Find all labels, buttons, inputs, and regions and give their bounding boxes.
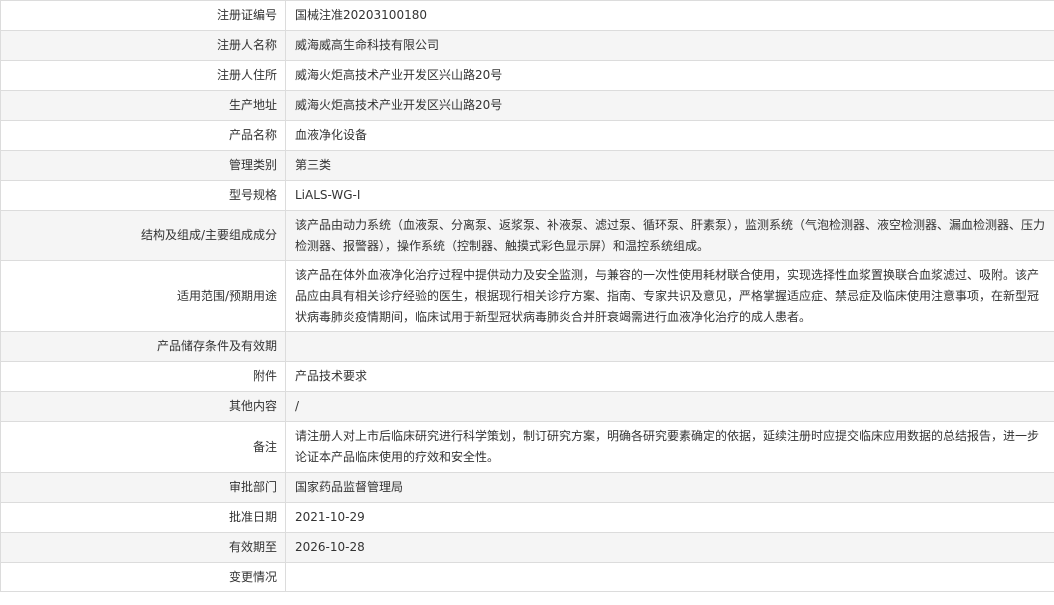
label-registrant-name: 注册人名称 [0,30,286,61]
value-approval-department: 国家药品监督管理局 [285,472,1054,503]
label-production-address: 生产地址 [0,90,286,121]
label-structure-composition: 结构及组成/主要组成成分 [0,210,286,261]
row-model-spec: 型号规格 LiALS-WG-I [0,180,1054,211]
value-structure-composition: 该产品由动力系统（血液泵、分离泵、返浆泵、补液泵、滤过泵、循环泵、肝素泵），监测… [285,210,1054,261]
label-remarks: 备注 [0,421,286,473]
row-approval-department: 审批部门 国家药品监督管理局 [0,472,1054,503]
row-registrant-name: 注册人名称 威海威高生命科技有限公司 [0,30,1054,61]
label-scope-intended-use: 适用范围/预期用途 [0,260,286,332]
row-storage-validity: 产品储存条件及有效期 [0,331,1054,362]
value-valid-until: 2026-10-28 [285,532,1054,563]
value-model-spec: LiALS-WG-I [285,180,1054,211]
label-management-category: 管理类别 [0,150,286,181]
row-approval-date: 批准日期 2021-10-29 [0,502,1054,533]
value-scope-intended-use: 该产品在体外血液净化治疗过程中提供动力及安全监测，与兼容的一次性使用耗材联合使用… [285,260,1054,332]
row-valid-until: 有效期至 2026-10-28 [0,532,1054,563]
label-valid-until: 有效期至 [0,532,286,563]
value-product-name: 血液净化设备 [285,120,1054,151]
label-change-status: 变更情况 [0,562,286,592]
value-other-content: / [285,391,1054,422]
row-scope-intended-use: 适用范围/预期用途 该产品在体外血液净化治疗过程中提供动力及安全监测，与兼容的一… [0,260,1054,332]
row-product-name: 产品名称 血液净化设备 [0,120,1054,151]
label-attachment: 附件 [0,361,286,392]
value-storage-validity [285,331,1054,362]
label-approval-department: 审批部门 [0,472,286,503]
row-other-content: 其他内容 / [0,391,1054,422]
row-management-category: 管理类别 第三类 [0,150,1054,181]
row-attachment: 附件 产品技术要求 [0,361,1054,392]
label-model-spec: 型号规格 [0,180,286,211]
label-other-content: 其他内容 [0,391,286,422]
label-registration-number: 注册证编号 [0,0,286,31]
label-approval-date: 批准日期 [0,502,286,533]
value-registration-number: 国械注准20203100180 [285,0,1054,31]
value-registrant-address: 威海火炬高技术产业开发区兴山路20号 [285,60,1054,91]
label-product-name: 产品名称 [0,120,286,151]
value-management-category: 第三类 [285,150,1054,181]
value-change-status [285,562,1054,592]
row-structure-composition: 结构及组成/主要组成成分 该产品由动力系统（血液泵、分离泵、返浆泵、补液泵、滤过… [0,210,1054,261]
row-change-status: 变更情况 [0,562,1054,592]
row-registrant-address: 注册人住所 威海火炬高技术产业开发区兴山路20号 [0,60,1054,91]
row-production-address: 生产地址 威海火炬高技术产业开发区兴山路20号 [0,90,1054,121]
value-registrant-name: 威海威高生命科技有限公司 [285,30,1054,61]
value-production-address: 威海火炬高技术产业开发区兴山路20号 [285,90,1054,121]
row-remarks: 备注 请注册人对上市后临床研究进行科学策划，制订研究方案，明确各研究要素确定的依… [0,421,1054,473]
registration-info-table: 注册证编号 国械注准20203100180 注册人名称 威海威高生命科技有限公司… [0,0,1054,592]
row-registration-number: 注册证编号 国械注准20203100180 [0,0,1054,31]
label-storage-validity: 产品储存条件及有效期 [0,331,286,362]
value-attachment: 产品技术要求 [285,361,1054,392]
value-approval-date: 2021-10-29 [285,502,1054,533]
label-registrant-address: 注册人住所 [0,60,286,91]
value-remarks: 请注册人对上市后临床研究进行科学策划，制订研究方案，明确各研究要素确定的依据，延… [285,421,1054,473]
